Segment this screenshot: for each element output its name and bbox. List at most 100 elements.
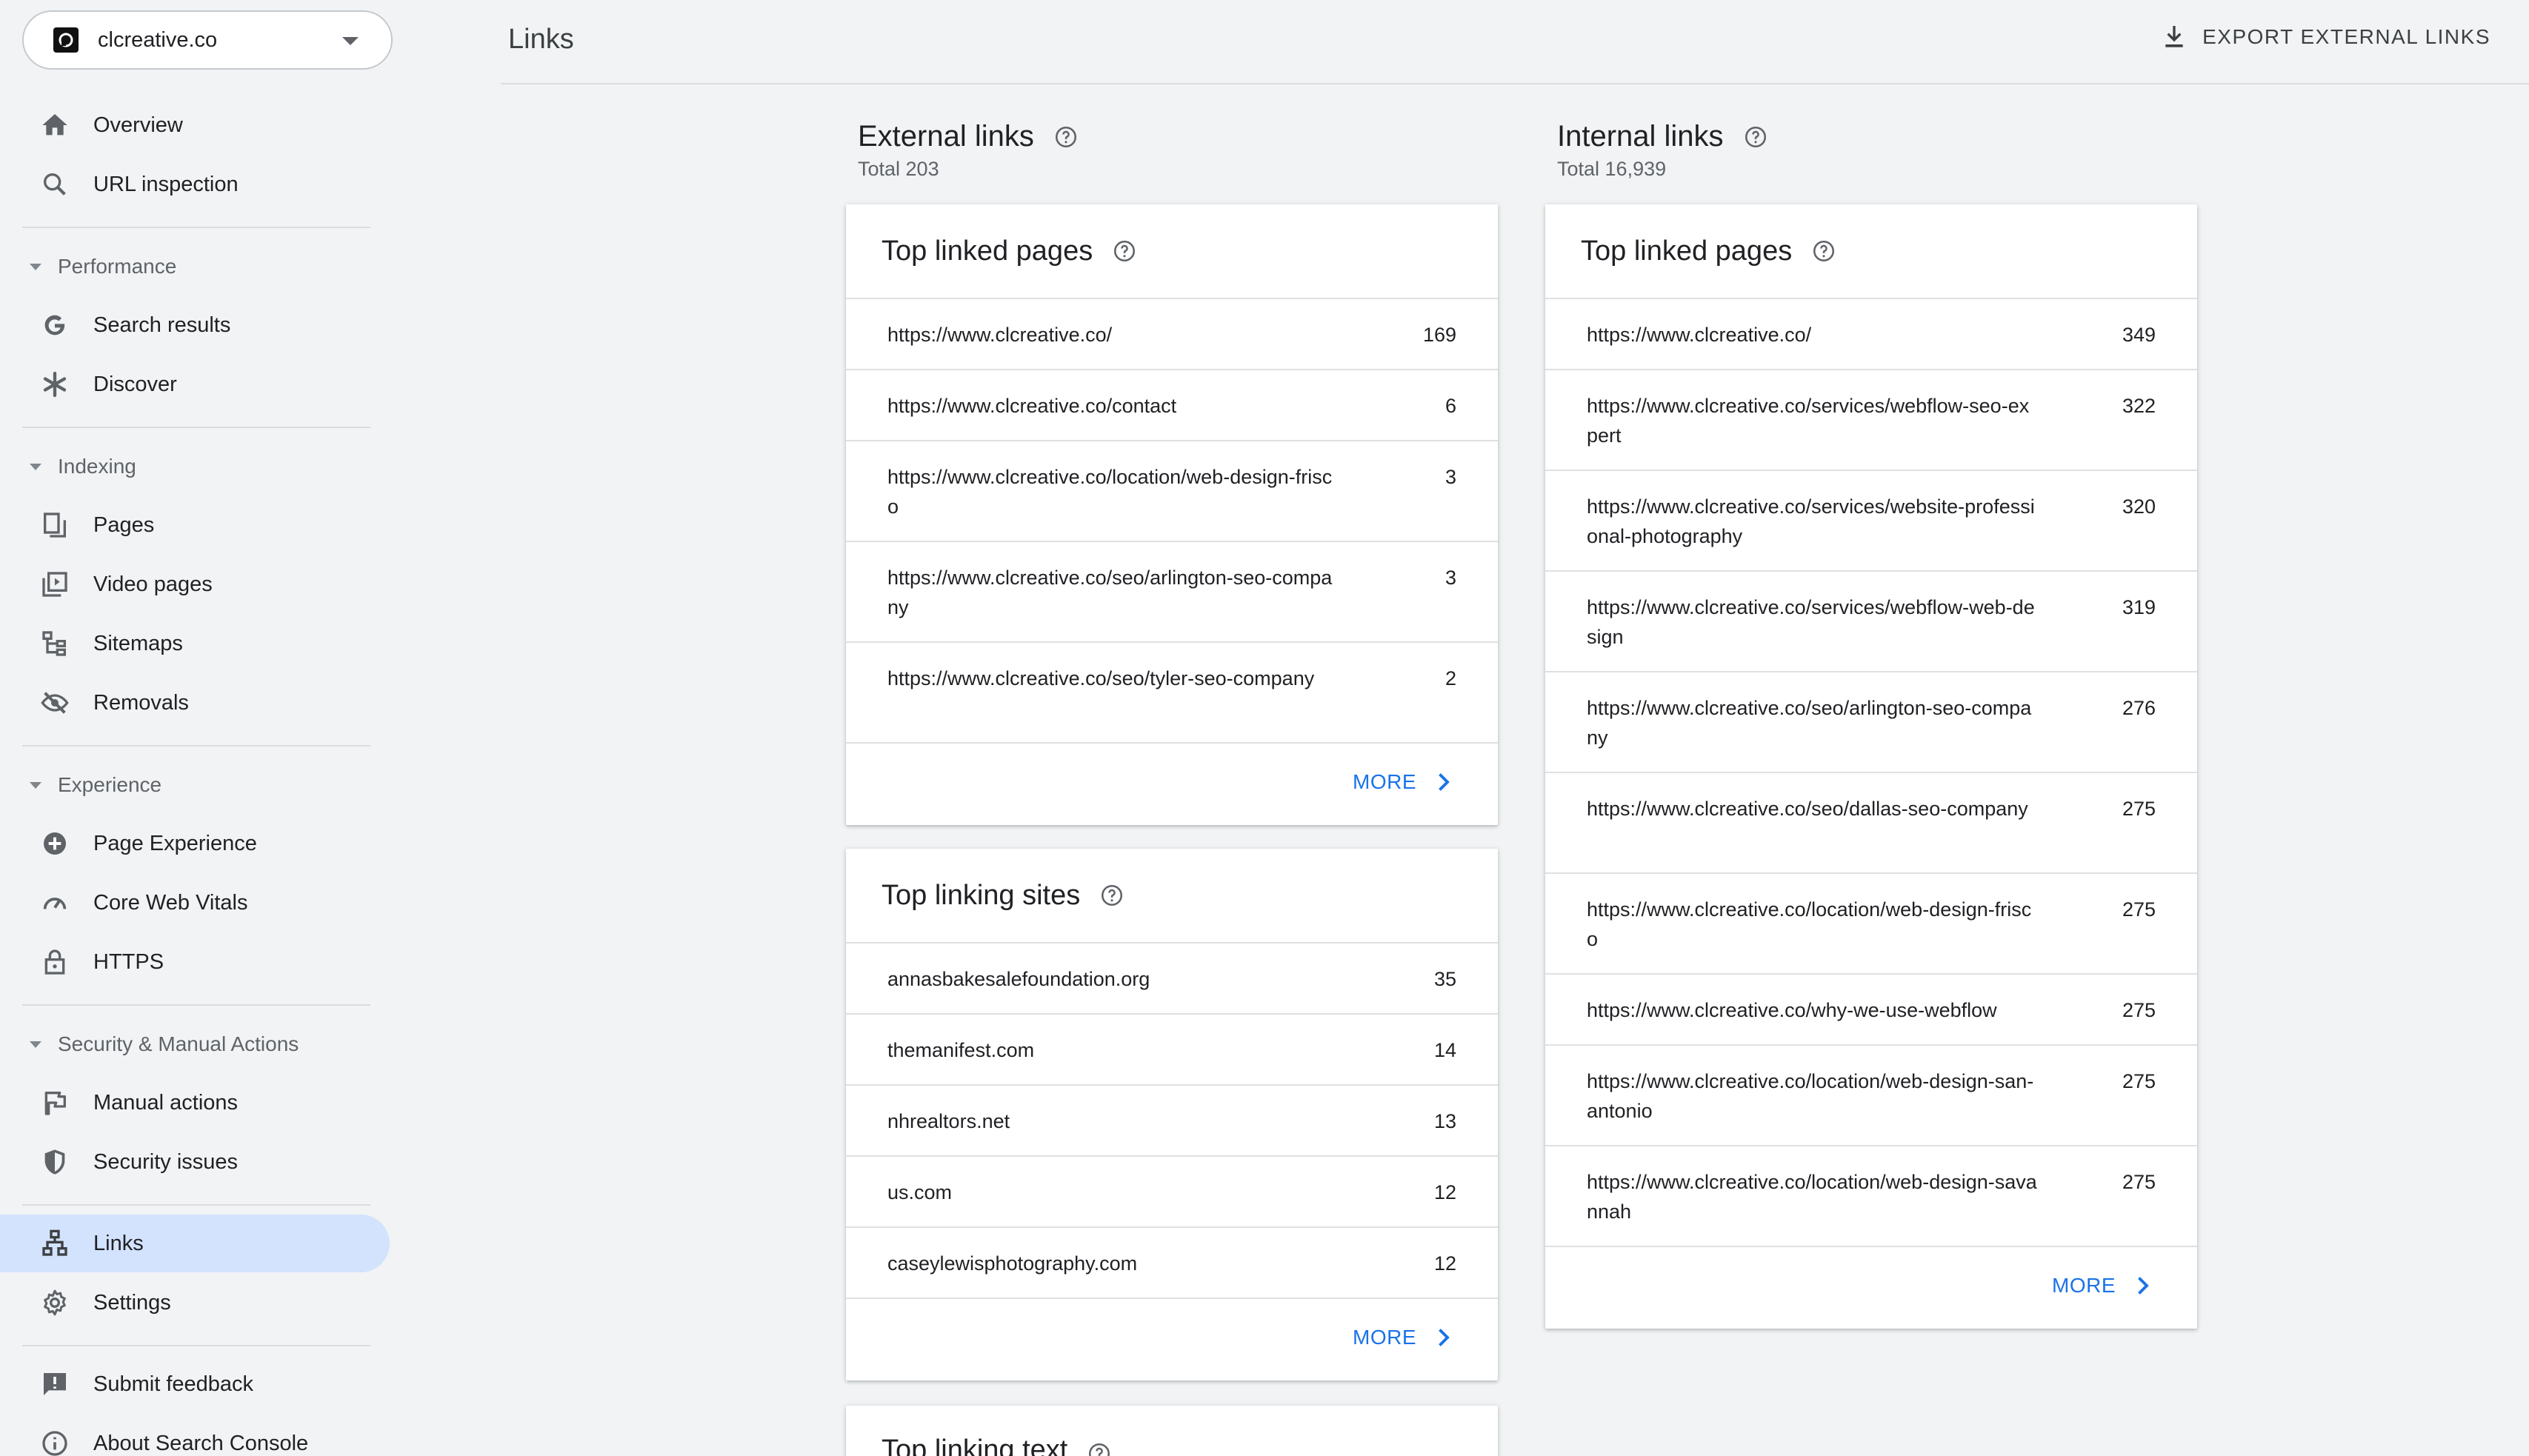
row-url: https://www.clcreative.co/seo/arlington-… [887, 567, 1333, 618]
sidebar-item-security-issues[interactable]: Security issues [0, 1133, 390, 1191]
lock-icon [40, 947, 70, 977]
caret-down-icon [30, 463, 41, 470]
help-icon[interactable] [1811, 238, 1836, 264]
sidebar-item-https[interactable]: HTTPS [0, 933, 390, 991]
table-row[interactable]: us.com 12 [846, 1155, 1498, 1226]
more-button[interactable]: MORE [2052, 1272, 2156, 1299]
caret-down-icon [30, 263, 41, 270]
sidebar-item-overview[interactable]: Overview [0, 96, 390, 154]
row-url: https://www.clcreative.co/seo/dallas-seo… [1587, 798, 2028, 820]
export-external-links-button[interactable]: EXPORT EXTERNAL LINKS [2159, 21, 2490, 53]
table-row[interactable]: themanifest.com 14 [846, 1013, 1498, 1084]
sidebar-item-sitemaps[interactable]: Sitemaps [0, 615, 390, 672]
row-count: 13 [1433, 1110, 1456, 1132]
table-row[interactable]: https://www.clcreative.co/services/websi… [1545, 470, 2197, 570]
row-count: 320 [2122, 495, 2156, 518]
sidebar-item-page-experience[interactable]: Page Experience [0, 815, 390, 872]
row-count: 3 [1445, 466, 1456, 488]
row-count: 169 [1422, 324, 1456, 346]
table-row[interactable]: https://www.clcreative.co/location/web-d… [1545, 1145, 2197, 1246]
row-url: https://www.clcreative.co/location/web-d… [1587, 1171, 2037, 1223]
sidebar-item-discover[interactable]: Discover [0, 355, 390, 413]
row-url: https://www.clcreative.co/services/webfl… [1587, 596, 2035, 648]
sidebar-item-label: Discover [93, 372, 177, 396]
search-icon [40, 170, 70, 199]
table-row[interactable]: https://www.clcreative.co/seo/dallas-seo… [1545, 772, 2197, 872]
table-row[interactable]: https://www.clcreative.co/location/web-d… [846, 440, 1498, 541]
export-label: EXPORT EXTERNAL LINKS [2202, 25, 2490, 48]
sidebar-item-label: Core Web Vitals [93, 890, 248, 915]
more-button[interactable]: MORE [1353, 1324, 1456, 1351]
sidebar-item-label: Page Experience [93, 831, 257, 855]
row-count: 6 [1445, 395, 1456, 417]
external-links-total: Total 203 [858, 158, 939, 180]
sidebar-item-manual-actions[interactable]: Manual actions [0, 1074, 390, 1132]
section-indexing[interactable]: Indexing [0, 444, 370, 489]
caret-down-icon [30, 1041, 41, 1048]
table-row[interactable]: https://www.clcreative.co/services/webfl… [1545, 369, 2197, 470]
sidebar-item-label: Links [93, 1231, 144, 1255]
section-label: Experience [58, 773, 162, 796]
divider [22, 745, 370, 747]
sidebar-item-label: Pages [93, 512, 155, 537]
sidebar-item-pages[interactable]: Pages [0, 496, 390, 554]
help-icon[interactable] [1112, 238, 1137, 264]
sidebar-item-settings[interactable]: Settings [0, 1274, 390, 1332]
sidebar-item-label: Manual actions [93, 1090, 239, 1115]
help-icon[interactable] [1743, 124, 1768, 150]
video-pages-icon [40, 570, 70, 599]
section-security[interactable]: Security & Manual Actions [0, 1022, 370, 1066]
divider [22, 1204, 370, 1206]
sidebar-item-about[interactable]: About Search Console [0, 1415, 390, 1456]
property-selector[interactable]: clcreative.co [22, 10, 393, 70]
section-experience[interactable]: Experience [0, 763, 370, 807]
row-url: https://www.clcreative.co/seo/tyler-seo-… [887, 667, 1315, 689]
sidebar-item-label: URL inspection [93, 172, 239, 196]
row-url: https://www.clcreative.co/location/web-d… [1587, 898, 2032, 950]
table-row[interactable]: https://www.clcreative.co/contact 6 [846, 369, 1498, 440]
sidebar-item-removals[interactable]: Removals [0, 674, 390, 732]
table-row[interactable]: nhrealtors.net 13 [846, 1084, 1498, 1155]
section-performance[interactable]: Performance [0, 244, 370, 289]
table-row[interactable]: https://www.clcreative.co/349 [1545, 298, 2197, 369]
table-row[interactable]: https://www.clcreative.co/why-we-use-web… [1545, 973, 2197, 1044]
sidebar-item-url-inspection[interactable]: URL inspection [0, 156, 390, 213]
row-count: 275 [2122, 1070, 2156, 1092]
table-row[interactable]: caseylewisphotography.com 12 [846, 1226, 1498, 1298]
help-icon[interactable] [1087, 1441, 1112, 1456]
card-title: Top linked pages [1581, 235, 1793, 267]
table-row[interactable]: https://www.clcreative.co/seo/arlington-… [846, 541, 1498, 641]
sidebar-item-label: Overview [93, 113, 183, 137]
row-count: 12 [1433, 1181, 1456, 1203]
table-row[interactable]: https://www.clcreative.co/seo/tyler-seo-… [846, 641, 1498, 742]
table-row[interactable]: https://www.clcreative.co/services/webfl… [1545, 570, 2197, 671]
row-url: https://www.clcreative.co/location/web-d… [887, 466, 1333, 518]
table-row[interactable]: https://www.clcreative.co/location/web-d… [1545, 872, 2197, 973]
sidebar-item-label: Submit feedback [93, 1372, 254, 1396]
internal-top-linked-pages-card: Top linked pages https://www.clcreative.… [1545, 204, 2197, 1329]
gear-icon [40, 1288, 70, 1318]
card-title: Top linking text [882, 1435, 1068, 1456]
row-site: themanifest.com [887, 1039, 1035, 1061]
gauge-icon [40, 888, 70, 918]
table-row[interactable]: https://www.clcreative.co/location/web-d… [1545, 1044, 2197, 1145]
internal-links-total: Total 16,939 [1557, 158, 1667, 180]
sidebar-item-core-web-vitals[interactable]: Core Web Vitals [0, 874, 390, 932]
more-button[interactable]: MORE [1353, 769, 1456, 795]
row-count: 349 [2122, 324, 2156, 346]
sidebar-item-submit-feedback[interactable]: Submit feedback [0, 1355, 390, 1413]
table-row[interactable]: annasbakesalefoundation.org 35 [846, 942, 1498, 1013]
sidebar-item-links[interactable]: Links [0, 1215, 390, 1272]
row-count: 3 [1445, 567, 1456, 589]
table-row[interactable]: https://www.clcreative.co/169 [846, 298, 1498, 369]
home-icon [40, 110, 70, 140]
sidebar-item-video-pages[interactable]: Video pages [0, 555, 390, 613]
sidebar: clcreative.co Overview URL inspection Pe… [0, 0, 400, 1456]
help-icon[interactable] [1099, 883, 1124, 908]
help-icon[interactable] [1053, 124, 1079, 150]
property-logo-icon [53, 27, 79, 53]
table-row[interactable]: https://www.clcreative.co/seo/arlington-… [1545, 671, 2197, 772]
row-count: 12 [1433, 1252, 1456, 1275]
divider [22, 1004, 370, 1006]
sidebar-item-search-results[interactable]: Search results [0, 296, 390, 354]
